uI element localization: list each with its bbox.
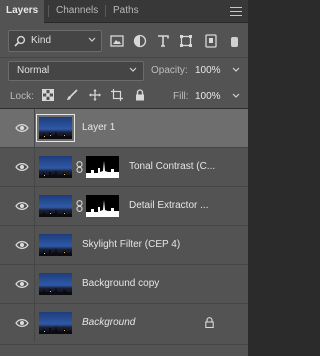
visibility-eye-icon[interactable] [15,318,29,328]
layer-mask-thumbnail[interactable] [86,156,119,178]
chevron-down-icon [88,37,96,42]
tab-divider [105,5,106,17]
city-skyline-image [39,287,72,295]
fill-label: Fill: [173,91,189,102]
adjustment-layer-filter-icon[interactable] [133,34,147,48]
layer-row-tonal-contrast[interactable]: Tonal Contrast (C... [0,148,248,187]
layer-thumbnail[interactable] [39,273,72,295]
opacity-slider-chevron-icon[interactable] [232,67,240,73]
lock-all-icon[interactable] [134,89,146,101]
visibility-eye-icon[interactable] [15,279,29,289]
panel-menu-icon[interactable] [230,7,242,16]
city-skyline-image [39,131,72,139]
tab-channels[interactable]: Channels [50,0,104,22]
mask-shape-image [86,161,119,178]
mask-link-chain-icon[interactable] [76,161,83,173]
lock-artboard-icon[interactable] [111,89,123,101]
layer-thumbnail[interactable] [39,234,72,256]
layer-filter-row: Kind [0,27,248,55]
fill-slider-chevron-icon[interactable] [232,93,240,99]
tab-layers[interactable]: Layers [0,0,45,23]
layer-name[interactable]: Detail Extractor ... [129,200,208,211]
lock-image-pixels-icon[interactable] [66,89,78,101]
visibility-divider [34,265,35,303]
layer-row-layer-1[interactable]: Layer 1 [0,109,248,148]
layer-row-background-copy[interactable]: Background copy [0,265,248,304]
visibility-divider [34,148,35,186]
lock-position-icon[interactable] [89,89,101,101]
smart-object-filter-icon[interactable] [204,34,218,48]
lock-label: Lock: [10,91,34,102]
blend-mode-dropdown[interactable]: Normal [8,61,144,81]
layer-thumbnail[interactable] [39,156,72,178]
blend-mode-label: Normal [17,65,50,76]
blend-mode-row: Normal Opacity: 100% [0,57,248,82]
mask-shape-image [86,200,119,217]
layer-name[interactable]: Skylight Filter (CEP 4) [82,239,180,250]
visibility-eye-icon[interactable] [15,123,29,133]
layer-thumbnail[interactable] [36,114,75,142]
opacity-label: Opacity: [151,65,188,76]
mask-link-chain-icon[interactable] [76,200,83,212]
layers-panel: Layers Channels Paths Kind Normal Opacit… [0,0,248,356]
visibility-divider [34,187,35,225]
lock-transparent-pixels-icon[interactable] [42,89,54,101]
filter-kind-dropdown[interactable]: Kind [8,30,102,52]
panel-tab-bar: Layers Channels Paths [0,0,248,23]
city-skyline-image [39,326,72,334]
city-skyline-image [39,209,72,217]
visibility-eye-icon[interactable] [15,162,29,172]
type-layer-filter-icon[interactable] [156,34,170,48]
filter-toggle-switch[interactable] [231,37,238,47]
fill-input[interactable]: 100% [195,91,221,102]
layers-list: Layer 1 Tonal Contrast (C... Detail Extr… [0,109,248,356]
layer-name[interactable]: Tonal Contrast (C... [129,161,215,172]
search-icon [14,35,26,47]
layer-row-skylight-filter[interactable]: Skylight Filter (CEP 4) [0,226,248,265]
layer-row-background[interactable]: Background [0,304,248,345]
layer-row-detail-extractor[interactable]: Detail Extractor ... [0,187,248,226]
layer-name[interactable]: Layer 1 [82,122,115,133]
tab-divider [48,5,49,17]
opacity-input[interactable]: 100% [195,65,221,76]
shape-layer-filter-icon[interactable] [179,34,193,48]
visibility-eye-icon[interactable] [15,240,29,250]
tab-paths[interactable]: Paths [107,0,145,22]
layer-locked-icon[interactable] [205,317,214,328]
layer-thumbnail[interactable] [39,195,72,217]
layer-name[interactable]: Background copy [82,278,159,289]
layer-thumbnail[interactable] [39,312,72,334]
city-skyline-image [39,248,72,256]
visibility-divider [34,304,35,342]
lock-row: Lock: Fill: 100% [0,82,248,109]
visibility-eye-icon[interactable] [15,201,29,211]
layer-name[interactable]: Background [82,317,135,328]
visibility-divider [34,226,35,264]
filter-kind-label: Kind [31,35,52,46]
visibility-divider [34,109,35,147]
layer-mask-thumbnail[interactable] [86,195,119,217]
chevron-down-icon [129,67,137,72]
pixel-layer-filter-icon[interactable] [110,34,124,48]
city-skyline-image [39,170,72,178]
